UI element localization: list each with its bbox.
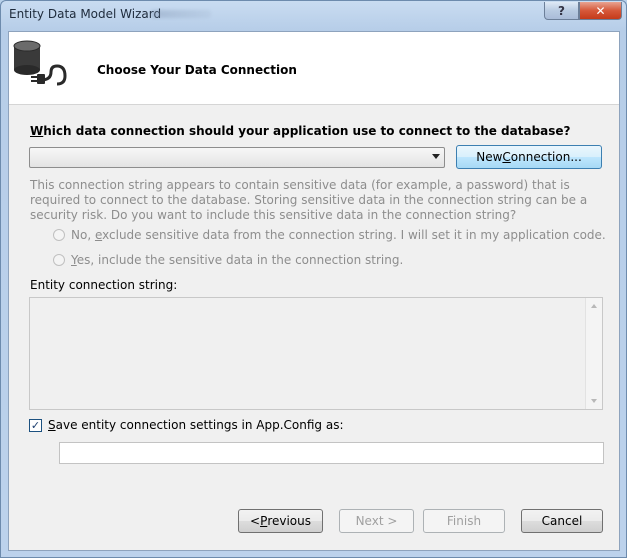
new-connection-label-post: onnection... <box>510 150 582 164</box>
connection-question-label: Which data connection should your applic… <box>30 124 571 138</box>
new-connection-label-pre: New <box>476 150 503 164</box>
include-sensitive-radio[interactable] <box>53 254 65 266</box>
vertical-scrollbar[interactable] <box>585 298 602 409</box>
exclude-label-pre: No, <box>71 228 95 242</box>
new-connection-accelerator: C <box>502 150 511 164</box>
cancel-button[interactable]: Cancel <box>521 509 603 533</box>
previous-button[interactable]: < Previous <box>238 509 323 533</box>
scroll-up-arrow-icon[interactable] <box>591 304 597 308</box>
wizard-client-area: Choose Your Data Connection Which data c… <box>8 31 620 551</box>
page-title: Choose Your Data Connection <box>97 63 297 77</box>
question-text: hich data connection should your applica… <box>43 124 571 138</box>
window-title: Entity Data Model Wizard <box>9 7 162 21</box>
exclude-sensitive-option[interactable]: No, exclude sensitive data from the conn… <box>53 228 606 242</box>
exclude-sensitive-label: No, exclude sensitive data from the conn… <box>71 228 606 242</box>
save-accelerator: S <box>48 418 56 432</box>
new-connection-button[interactable]: New Connection... <box>456 145 602 169</box>
database-connection-icon <box>13 40 67 86</box>
include-sensitive-option[interactable]: Yes, include the sensitive data in the c… <box>53 253 403 267</box>
scroll-down-arrow-icon[interactable] <box>591 399 597 403</box>
entity-connection-string-textbox[interactable] <box>29 297 603 410</box>
finish-button[interactable]: Finish <box>423 509 505 533</box>
next-button[interactable]: Next > <box>339 509 414 533</box>
exclude-sensitive-radio[interactable] <box>53 229 65 241</box>
app-config-name-input[interactable] <box>59 442 604 464</box>
help-button[interactable]: ? <box>544 2 579 20</box>
previous-label-post: revious <box>267 514 311 528</box>
entity-connection-string-label: Entity connection string: <box>30 278 178 292</box>
save-settings-option[interactable]: ✓ Save entity connection settings in App… <box>29 418 344 432</box>
title-blur <box>151 10 211 18</box>
save-label-post: ave entity connection settings in App.Co… <box>55 418 344 432</box>
save-settings-label: Save entity connection settings in App.C… <box>48 418 344 432</box>
include-sensitive-label: Yes, include the sensitive data in the c… <box>71 253 403 267</box>
previous-label-pre: < <box>250 514 261 528</box>
title-bar[interactable]: Entity Data Model Wizard ? ✕ <box>1 1 626 31</box>
question-accelerator: W <box>30 124 44 138</box>
previous-accelerator: P <box>260 514 268 528</box>
exclude-label-post: xclude sensitive data from the connectio… <box>102 228 606 242</box>
include-label-post: es, include the sensitive data in the co… <box>76 253 404 267</box>
sensitive-data-message: This connection string appears to contai… <box>30 178 588 222</box>
header-band: Choose Your Data Connection <box>9 32 619 105</box>
close-button[interactable]: ✕ <box>579 2 622 20</box>
chevron-down-icon[interactable] <box>432 154 440 159</box>
save-settings-checkbox[interactable]: ✓ <box>29 418 42 432</box>
wizard-window: Entity Data Model Wizard ? ✕ Choose Your… <box>0 0 627 558</box>
data-connection-dropdown[interactable] <box>29 147 445 168</box>
